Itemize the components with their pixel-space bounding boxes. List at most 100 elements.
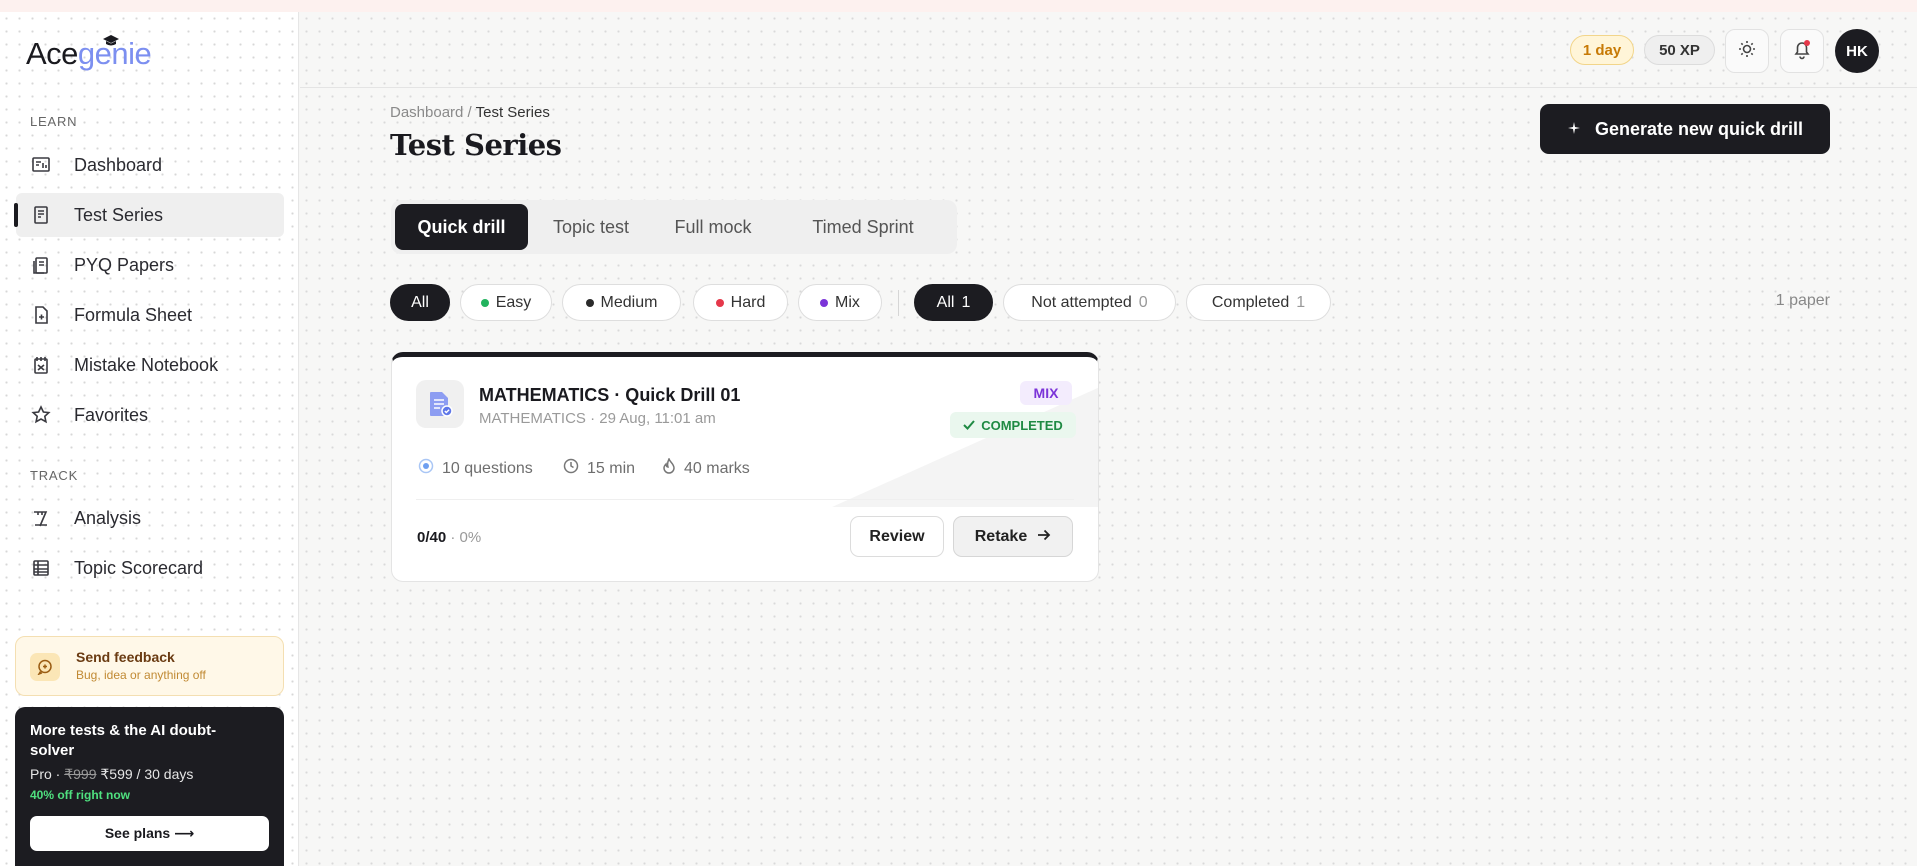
arrow-right-icon (1037, 528, 1051, 546)
see-plans-button[interactable]: See plans ⟶ (30, 816, 269, 851)
card-title: MATHEMATICS · Quick Drill 01 (479, 385, 741, 405)
notifications-button[interactable] (1780, 29, 1824, 73)
xp-badge: 50 XP (1644, 35, 1715, 65)
card-decoration (832, 387, 1098, 507)
paper-count: 1 paper (1775, 292, 1830, 309)
filter-difficulty-medium[interactable]: Medium (562, 284, 681, 321)
sun-icon (1737, 39, 1757, 64)
tab-timed-sprint[interactable]: Timed Sprint (775, 204, 951, 250)
filter-difficulty-all[interactable]: All (390, 284, 450, 321)
active-indicator (14, 203, 18, 227)
score-percent: · 0% (446, 529, 482, 546)
status-badge-label: COMPLETED (981, 417, 1063, 433)
sidebar-item-dashboard[interactable]: Dashboard (16, 143, 284, 187)
chip-count: 0 (1138, 293, 1148, 311)
easy-dot-icon (480, 298, 489, 307)
duration-meta: 15 min (563, 458, 635, 479)
duration-value: 15 min (587, 459, 636, 477)
chip-label: Hard (730, 293, 766, 311)
analysis-icon (30, 507, 52, 529)
logo-text-ace: Ace (26, 36, 78, 71)
score-summary: 0/40 · 0% (417, 529, 481, 546)
streak-badge: 1 day (1570, 35, 1634, 65)
mistake-notebook-icon (30, 354, 52, 376)
scorecard-icon (30, 557, 52, 579)
test-series-icon (30, 204, 52, 226)
sidebar-item-label: Test Series (74, 204, 164, 225)
tab-quick-drill[interactable]: Quick drill (395, 204, 528, 250)
filter-difficulty-hard[interactable]: Hard (693, 284, 788, 321)
promo-old-price: ₹999 (64, 766, 97, 782)
filter-status-completed[interactable]: Completed 1 (1186, 284, 1331, 321)
formula-sheet-icon (30, 304, 52, 326)
filter-status-not-attempted[interactable]: Not attempted 0 (1003, 284, 1176, 321)
promo-plan: Pro · (30, 766, 65, 782)
track-section-label: TRACK (30, 468, 79, 483)
flame-icon (662, 457, 676, 479)
chip-count: 1 (961, 293, 971, 311)
sidebar-item-favorites[interactable]: Favorites (16, 393, 284, 437)
app-logo[interactable]: Acegenie (26, 36, 152, 72)
promo-headline: More tests & the AI doubt-solver (30, 722, 217, 759)
send-feedback-card[interactable]: Send feedback Bug, idea or anything off (15, 636, 284, 696)
chat-bubble-icon (30, 653, 60, 681)
chip-label: All (411, 293, 429, 311)
filter-difficulty-easy[interactable]: Easy (460, 284, 552, 321)
top-strip (0, 0, 1917, 12)
chip-label: Medium (600, 293, 658, 311)
generate-button-label: Generate new quick drill (1594, 118, 1804, 139)
score-value: 0/40 (417, 529, 447, 546)
sidebar-item-label: Mistake Notebook (74, 354, 219, 375)
upgrade-promo-card: More tests & the AI doubt-solver Pro · ₹… (15, 707, 284, 866)
filter-difficulty-mix[interactable]: Mix (798, 284, 882, 321)
tab-full-mock[interactable]: Full mock (655, 204, 771, 250)
status-badge: COMPLETED (950, 412, 1076, 438)
sidebar-item-analysis[interactable]: Analysis (16, 496, 284, 540)
generate-quick-drill-button[interactable]: Generate new quick drill (1540, 104, 1830, 154)
sidebar-item-pyq-papers[interactable]: PYQ Papers (16, 243, 284, 287)
hard-dot-icon (715, 298, 724, 307)
feedback-title: Send feedback (76, 649, 175, 665)
chip-label: Mix (835, 293, 860, 311)
filter-status-all[interactable]: All 1 (914, 284, 993, 321)
sidebar-item-label: Topic Scorecard (74, 557, 204, 578)
sidebar-item-test-series[interactable]: Test Series (14, 193, 284, 237)
sidebar-item-label: PYQ Papers (74, 254, 175, 275)
sidebar-item-mistake-notebook[interactable]: Mistake Notebook (16, 343, 284, 387)
difficulty-badge: MIX (1020, 381, 1072, 405)
graduation-cap-icon (102, 34, 120, 51)
sidebar-item-label: Analysis (74, 507, 142, 528)
promo-new-price: ₹599 / 30 days (96, 766, 194, 782)
sidebar-item-formula-sheet[interactable]: Formula Sheet (16, 293, 284, 337)
star-icon (30, 404, 52, 426)
mix-dot-icon (820, 298, 829, 307)
feedback-subtitle: Bug, idea or anything off (76, 668, 206, 682)
test-card[interactable]: MATHEMATICS · Quick Drill 01 MATHEMATICS… (391, 352, 1099, 582)
breadcrumb-dashboard-link[interactable]: Dashboard (390, 104, 463, 121)
medium-dot-icon (585, 298, 594, 307)
chip-label: Not attempted (1031, 293, 1132, 311)
check-icon (963, 418, 975, 433)
dashboard-icon (30, 154, 52, 176)
sidebar-item-label: Dashboard (74, 154, 163, 175)
sidebar-item-label: Formula Sheet (74, 304, 193, 325)
review-button[interactable]: Review (850, 516, 944, 557)
retake-button[interactable]: Retake (953, 516, 1073, 557)
chip-count: 1 (1296, 293, 1306, 311)
bell-icon (1791, 38, 1813, 65)
avatar[interactable]: HK (1835, 29, 1879, 73)
chip-label: All (936, 293, 955, 311)
promo-discount: 40% off right now (30, 788, 130, 802)
questions-count: 10 questions (442, 459, 533, 477)
promo-price: Pro · ₹999 ₹599 / 30 days (30, 766, 193, 783)
retake-label: Retake (974, 527, 1028, 545)
radio-target-icon (418, 458, 434, 479)
tab-topic-test[interactable]: Topic test (531, 204, 651, 250)
card-subtitle: MATHEMATICS · 29 Aug, 11:01 am (479, 410, 716, 427)
sidebar-item-topic-scorecard[interactable]: Topic Scorecard (16, 546, 284, 590)
test-type-tabs: Quick drill Topic test Full mock Timed S… (391, 200, 957, 254)
sidebar-item-label: Favorites (74, 404, 149, 425)
theme-toggle-button[interactable] (1725, 29, 1769, 73)
marks-value: 40 marks (684, 459, 750, 477)
learn-section-label: LEARN (30, 114, 78, 129)
